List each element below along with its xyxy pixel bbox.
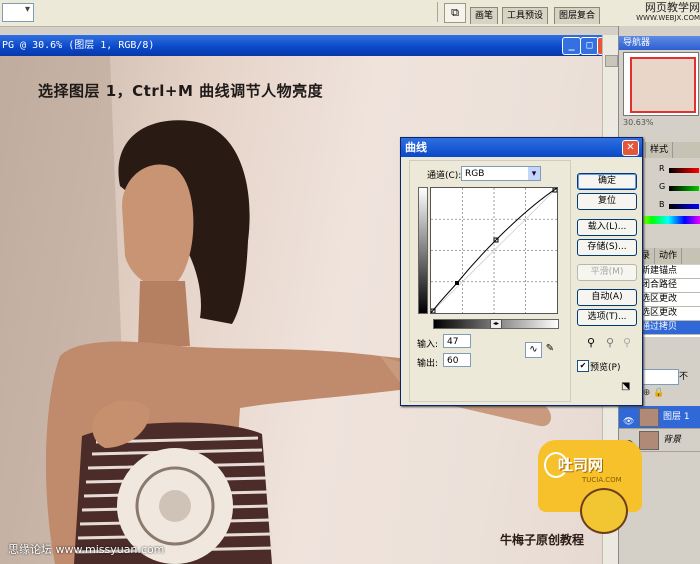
channel-label: 通道(C): [427,171,462,181]
history-item[interactable]: 选区更改 [641,293,700,307]
gray-eyedropper-icon[interactable]: ⚲ [606,336,614,349]
smooth-button[interactable]: 平滑(M) [577,264,637,281]
curves-dialog-title: 曲线 [405,141,427,154]
white-eyedropper-icon[interactable]: ⚲ [623,336,631,349]
color-g-label: G [659,182,666,191]
curve-grid [430,187,558,314]
color-g-slider[interactable] [669,186,699,191]
minimize-button[interactable]: _ [562,37,581,55]
input-field[interactable]: 47 [443,334,471,348]
options-button[interactable]: 选项(T)... [577,309,637,326]
tab-layer-comps[interactable]: 图层复合 [554,7,601,24]
curve-tool-icon[interactable]: ∿ [525,342,542,358]
pencil-tool-icon[interactable]: ✎ [543,342,557,356]
tab-styles[interactable]: 样式 [646,142,674,158]
reset-button[interactable]: 复位 [577,193,637,210]
options-bar: ⧉ 画笔 工具预设 图层复合 网页教学网 WWW.WEBJX.COM [0,0,700,27]
scroll-up-arrow[interactable] [605,55,618,67]
site-watermark-name: 网页教学网 [645,1,700,14]
opacity-label: 不 [679,372,689,382]
palette-well-icon[interactable]: ⧉ [444,3,466,23]
history-item[interactable]: 闭合路径 [641,279,700,293]
navigator-thumbnail[interactable] [623,52,699,116]
auto-button[interactable]: 自动(A) [577,289,637,306]
load-button[interactable]: 载入(L)... [577,219,637,236]
ok-button[interactable]: 确定 [577,173,637,190]
gradient-toggle-icon[interactable]: ◂▸ [490,319,502,329]
layer-thumbnail [639,431,659,450]
curve-graph[interactable] [430,187,558,314]
document-title: PG @ 30.6% (图层 1, RGB/8) [2,40,155,51]
save-button[interactable]: 存储(S)... [577,239,637,256]
navigator-view-box[interactable] [630,57,696,113]
preview-label: 预览(P) [590,363,621,373]
author-credit: 牛梅子原创教程 [500,533,585,547]
navigator-zoom: 30.63% [623,118,654,127]
site-watermark-url: WWW.WEBJX.COM [636,14,700,22]
tab-tool-presets[interactable]: 工具预设 [502,7,549,24]
tutorial-caption: 选择图层 1，Ctrl+M 曲线调节人物亮度 [38,82,324,100]
output-label: 输出: [417,359,439,369]
toolbar-separator [437,2,438,22]
document-titlebar[interactable]: PG @ 30.6% (图层 1, RGB/8) _ □ ✕ [0,35,616,56]
history-item-selected[interactable]: 通过拷贝 [641,321,700,335]
forum-watermark: 思缘论坛 www.missyuan.com [8,543,165,556]
channel-select[interactable]: RGB [461,166,541,181]
output-field[interactable]: 60 [443,353,471,367]
navigator-panel-title[interactable]: 导航器 [619,36,700,50]
tucia-logo-url: TUCIA.COM [582,476,622,484]
tucia-logo-text: 吐司网 [558,456,604,474]
curve-point-active[interactable] [455,281,459,285]
tab-brushes[interactable]: 画笔 [470,7,499,24]
tool-preset-dropdown[interactable] [2,3,34,22]
input-gradient-bar[interactable]: ◂▸ [433,319,559,329]
expand-dialog-icon[interactable]: ⬔ [621,381,630,392]
history-item[interactable]: 选区更改 [641,307,700,321]
cartoon-cow-mascot-icon [580,488,628,534]
layer-row-selected[interactable]: 👁 图层 1 [619,406,700,429]
output-gradient-bar [418,187,428,314]
preview-checkbox[interactable]: ✔ [577,360,589,372]
curves-dialog: 曲线 ✕ 通道(C): RGB ◂▸ 输入: 47 输出: 60 ∿ [400,137,643,406]
layer-thumbnail [639,408,659,427]
black-eyedropper-icon[interactable]: ⚲ [587,336,595,349]
layer-name: 图层 1 [663,412,690,422]
history-item[interactable]: 新建锚点 [641,265,700,279]
input-label: 输入: [417,340,439,350]
color-r-slider[interactable] [669,168,699,173]
color-r-label: R [659,164,665,173]
color-b-label: B [659,200,665,209]
dialog-close-button[interactable]: ✕ [622,140,639,156]
tab-actions[interactable]: 动作 [655,248,683,264]
curves-dialog-titlebar[interactable]: 曲线 [401,138,642,157]
site-watermark: 网页教学网 WWW.WEBJX.COM [600,2,700,24]
color-b-slider[interactable] [669,204,699,209]
layer-name: 背景 [663,435,682,445]
